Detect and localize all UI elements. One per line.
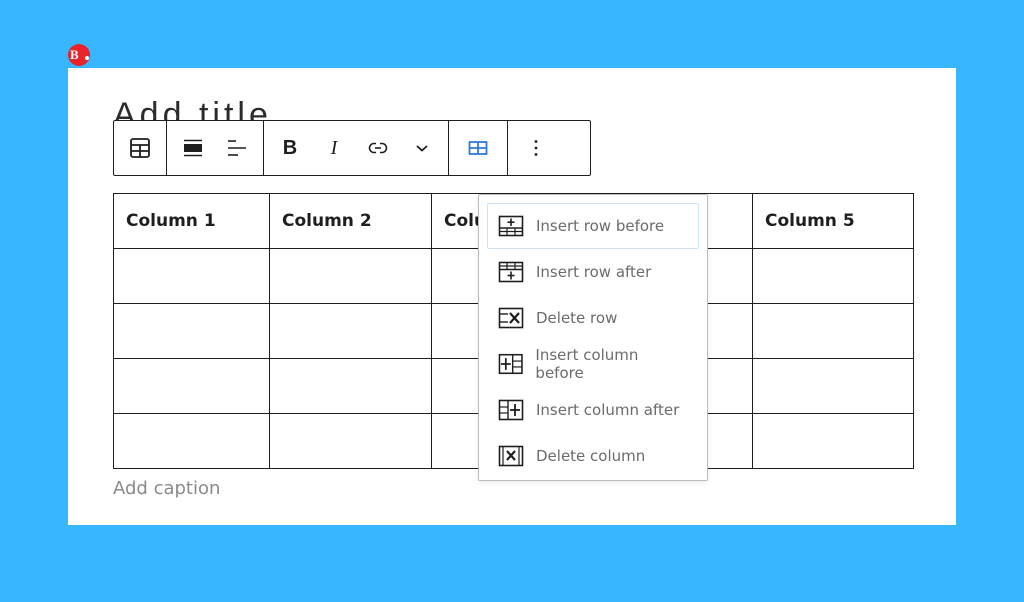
menu-item-insert-column-before[interactable]: Insert column before [487, 341, 699, 387]
table-cell[interactable] [269, 248, 432, 304]
table-cell[interactable] [752, 413, 914, 469]
menu-item-delete-row[interactable]: Delete row [487, 295, 699, 341]
edit-table-menu: Insert row before Insert row after Delet… [478, 194, 708, 481]
toolbar-group-format: B I [264, 121, 449, 175]
menu-item-insert-row-after[interactable]: Insert row after [487, 249, 699, 295]
table-cell[interactable] [752, 303, 914, 359]
menu-item-label: Delete row [536, 309, 618, 327]
table-cell[interactable] [269, 303, 432, 359]
menu-item-label: Delete column [536, 447, 646, 465]
menu-item-label: Insert row before [536, 217, 665, 235]
table-edit-icon [468, 141, 488, 155]
chevron-down-icon [416, 145, 428, 152]
table-cell[interactable] [113, 248, 270, 304]
align-left-icon [228, 140, 246, 156]
delete-column-icon [498, 445, 524, 467]
insert-row-before-icon [498, 215, 524, 237]
link-icon [368, 142, 388, 154]
table-cell[interactable]: Column 1 [113, 193, 270, 249]
toolbar-group-block [114, 121, 167, 175]
table-cell[interactable] [269, 413, 432, 469]
table-cell[interactable] [269, 358, 432, 414]
table-cell[interactable] [113, 413, 270, 469]
table-cell[interactable] [752, 358, 914, 414]
link-button[interactable] [356, 121, 400, 175]
options-button[interactable] [514, 121, 558, 175]
menu-item-label: Insert column after [536, 401, 680, 419]
menu-item-insert-column-after[interactable]: Insert column after [487, 387, 699, 433]
menu-item-delete-column[interactable]: Delete column [487, 433, 699, 479]
table-cell[interactable]: Column 5 [752, 193, 914, 249]
change-column-alignment-button[interactable] [215, 121, 259, 175]
menu-item-label: Insert column before [535, 346, 639, 382]
toolbar-group-options [508, 121, 564, 175]
menu-item-insert-row-before[interactable]: Insert row before [487, 203, 699, 249]
bold-button[interactable]: B [268, 121, 312, 175]
insert-row-after-icon [498, 261, 524, 283]
editor-canvas: Add title Column 1 Column 2 Column 3 Col… [68, 68, 956, 525]
table-cell[interactable] [113, 358, 270, 414]
caption-input[interactable]: Add caption [113, 478, 220, 499]
menu-item-label: Insert row after [536, 263, 652, 281]
align-wide-icon [184, 139, 202, 157]
insert-column-before-icon [498, 353, 523, 375]
logo-text: B [70, 47, 79, 62]
table-icon [130, 138, 150, 158]
edit-table-button[interactable] [453, 121, 503, 175]
italic-button[interactable]: I [312, 121, 356, 175]
more-vertical-icon [534, 140, 538, 156]
brand-logo: B [68, 44, 90, 66]
table-cell[interactable] [752, 248, 914, 304]
toolbar-group-alignment [167, 121, 264, 175]
block-toolbar: B I [113, 120, 591, 176]
delete-row-icon [498, 307, 524, 329]
table-block-button[interactable] [116, 121, 164, 175]
table-cell[interactable] [113, 303, 270, 359]
more-rich-text-button[interactable] [400, 121, 444, 175]
insert-column-after-icon [498, 399, 524, 421]
change-alignment-button[interactable] [171, 121, 215, 175]
table-cell[interactable]: Column 2 [269, 193, 432, 249]
toolbar-group-table [449, 121, 508, 175]
